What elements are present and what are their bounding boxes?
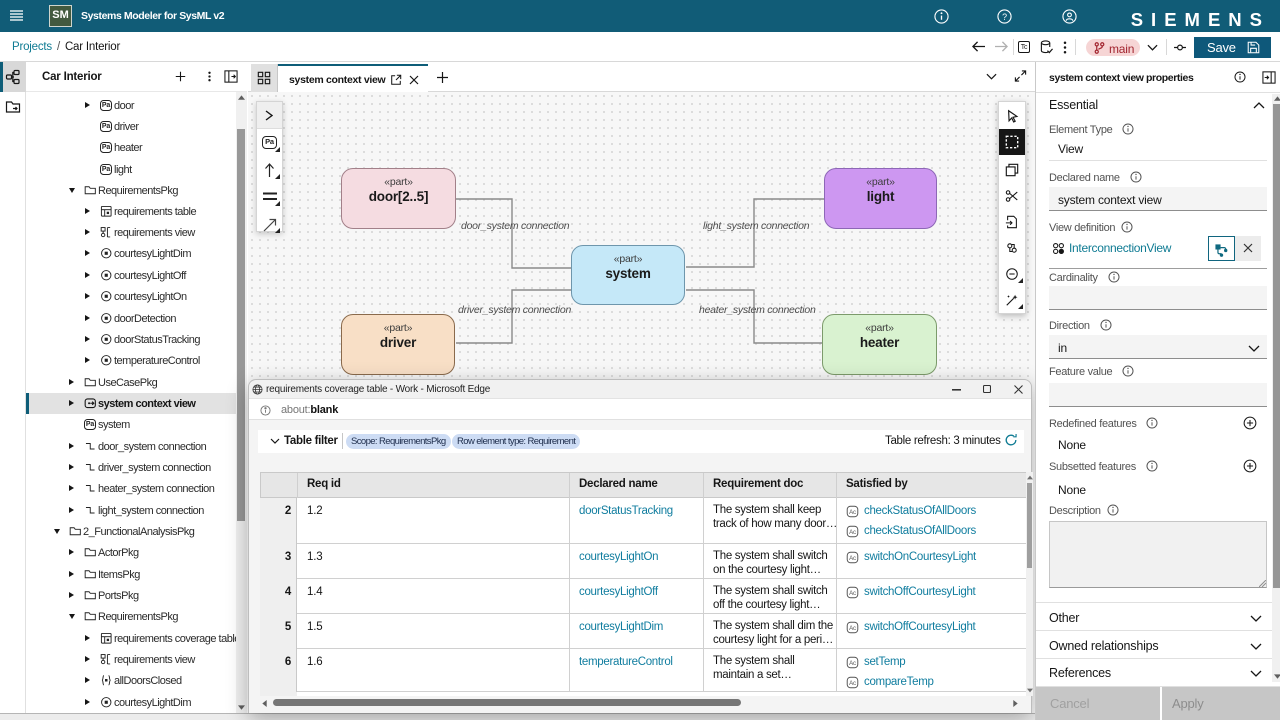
svg-text:Ac: Ac (849, 590, 856, 597)
svg-text:Ac: Ac (849, 529, 856, 536)
svg-text:?: ? (1002, 12, 1007, 22)
svg-text:Ac: Ac (849, 625, 856, 632)
svg-text:Ac: Ac (849, 509, 856, 516)
svg-text:Ac: Ac (849, 680, 856, 687)
svg-text:Ac: Ac (849, 555, 856, 562)
svg-text:Ac: Ac (849, 660, 856, 667)
